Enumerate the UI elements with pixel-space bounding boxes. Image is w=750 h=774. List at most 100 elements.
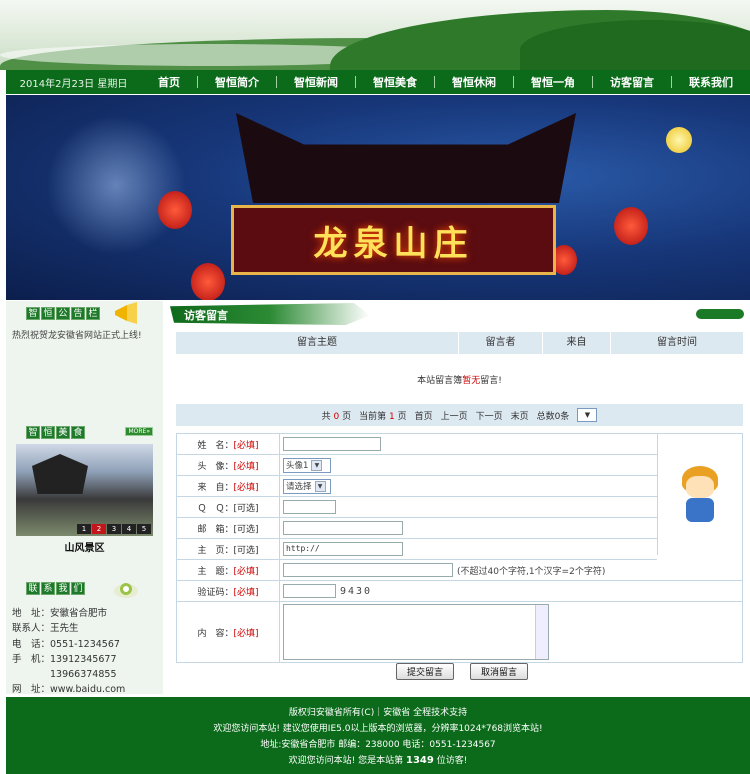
email-label: 邮 箱： [可选] bbox=[177, 518, 280, 538]
form-row-homepage: 主 页： [可选] http:// bbox=[177, 539, 657, 560]
nav-item-corner[interactable]: 智恒一角 bbox=[514, 74, 592, 90]
next-page-link[interactable]: 下一页 bbox=[476, 409, 503, 422]
nav-date: 2014年2月23日 星期日 bbox=[19, 78, 128, 90]
title-char: 们 bbox=[71, 581, 85, 595]
chevron-down-icon: ▼ bbox=[314, 480, 326, 492]
more-link[interactable]: MORE» bbox=[125, 427, 153, 436]
food-title: 智恒美食 bbox=[26, 425, 85, 439]
contact-person: 联系人：王先生 bbox=[12, 623, 79, 635]
prev-page-link[interactable]: 上一页 bbox=[441, 409, 468, 422]
col-author: 留言者 bbox=[459, 332, 543, 354]
nav-item-leisure[interactable]: 智恒休闲 bbox=[435, 74, 513, 90]
nav-item-guestbook[interactable]: 访客留言 bbox=[593, 74, 671, 90]
last-page-link[interactable]: 末页 bbox=[511, 409, 529, 422]
hero-sign-text: 龙泉山庄 bbox=[313, 223, 474, 264]
footer-copyright: 版权归安徽省所有(C)｜安徽省 全程技术支持 bbox=[288, 708, 468, 718]
email-input[interactable] bbox=[283, 521, 403, 535]
pavilion-photo bbox=[32, 454, 88, 494]
empty-message: 本站留言簿暂无留言! bbox=[176, 373, 743, 386]
lantern-icon bbox=[158, 191, 192, 229]
nav-item-food[interactable]: 智恒美食 bbox=[356, 74, 434, 90]
page-total: 共 0 页 bbox=[321, 411, 352, 422]
avatar-select[interactable]: 头像1 ▼ bbox=[283, 457, 331, 473]
first-page-link[interactable]: 首页 bbox=[415, 409, 433, 422]
subject-input[interactable] bbox=[283, 563, 453, 577]
scroll-ornament-icon bbox=[696, 309, 744, 319]
nav-item-contact[interactable]: 联系我们 bbox=[672, 74, 750, 90]
guestbook-form: 姓 名： [必填] 头 像： [必填] 头像1 ▼ 来 自： [必填] 请选择 ▼ Ｑ Ｑ… bbox=[176, 433, 743, 663]
contact-website: 网 址：www.baidu.com bbox=[12, 684, 126, 696]
pager-item-active[interactable]: 2 bbox=[92, 524, 106, 534]
main-nav: 2014年2月23日 星期日 首页 智恒简介 智恒新闻 智恒美食 智恒休闲 智恒… bbox=[6, 70, 750, 94]
captcha-label: 验证码： [必填] bbox=[177, 581, 280, 601]
empty-text: 留言! bbox=[480, 376, 502, 386]
from-label: 来 自： [必填] bbox=[177, 476, 280, 496]
title-char: 美 bbox=[56, 425, 70, 439]
pager-item[interactable]: 4 bbox=[122, 524, 136, 534]
title-char: 恒 bbox=[41, 425, 55, 439]
chevron-down-icon: ▼ bbox=[584, 411, 591, 419]
captcha-input[interactable] bbox=[283, 584, 336, 598]
photo-caption[interactable]: 山风景区 bbox=[6, 539, 163, 554]
contact-address: 地 址：安徽省合肥市 bbox=[12, 608, 108, 619]
moon-icon bbox=[666, 127, 692, 153]
photo-pager: 1 2 3 4 5 bbox=[77, 524, 151, 534]
lantern-icon bbox=[191, 263, 225, 300]
pager-item[interactable]: 5 bbox=[137, 524, 151, 534]
form-row-from: 来 自： [必填] 请选择 ▼ bbox=[177, 476, 657, 497]
contact-mobile-2: 13966374855 bbox=[12, 669, 117, 681]
title-char: 智 bbox=[26, 425, 40, 439]
nav-item-news[interactable]: 智恒新闻 bbox=[277, 74, 355, 90]
header-banner bbox=[0, 0, 750, 70]
form-row-subject: 主 题： [必填] (不超过40个字符,1个汉字=2个字符) bbox=[177, 560, 742, 581]
page-select[interactable]: ▼ bbox=[577, 408, 598, 422]
content-label: 内 容： [必填] bbox=[177, 602, 280, 662]
food-header: 智恒美食 MORE» bbox=[6, 420, 163, 444]
record-count: 总数0条 bbox=[536, 411, 570, 422]
form-buttons: 提交留言 取消留言 bbox=[396, 663, 529, 680]
form-row-avatar: 头 像： [必填] 头像1 ▼ bbox=[177, 455, 657, 476]
phone-icon bbox=[114, 583, 138, 598]
empty-text: 本站留言簿 bbox=[417, 376, 463, 386]
title-char: 食 bbox=[71, 425, 85, 439]
chevron-down-icon: ▼ bbox=[311, 459, 323, 471]
footer-browser-note: 欢迎您访问本站! 建议您使用IE5.0以上版本的浏览器，分辨率1024*768浏… bbox=[213, 724, 543, 734]
homepage-input[interactable]: http:// bbox=[283, 542, 403, 556]
content-textarea[interactable] bbox=[283, 604, 549, 660]
captcha-code: 9430 bbox=[340, 585, 373, 597]
pagination-bar: 共 0 页 当前第 1 页 首页 上一页 下一页 末页 总数0条 ▼ bbox=[176, 404, 743, 426]
submit-button[interactable]: 提交留言 bbox=[396, 663, 455, 680]
food-photo[interactable]: 1 2 3 4 5 bbox=[16, 444, 153, 536]
hero-sign: 龙泉山庄 bbox=[231, 205, 556, 275]
col-from: 来自 bbox=[543, 332, 611, 354]
contact-mobile: 手 机：13912345677 bbox=[12, 653, 117, 665]
title-char: 栏 bbox=[86, 306, 100, 320]
section-title-brush: 访客留言 bbox=[170, 303, 370, 325]
nav-menu: 首页 智恒简介 智恒新闻 智恒美食 智恒休闲 智恒一角 访客留言 联系我们 bbox=[141, 74, 750, 90]
nav-item-home[interactable]: 首页 bbox=[141, 74, 197, 90]
title-char: 告 bbox=[71, 306, 85, 320]
pager-item[interactable]: 3 bbox=[107, 524, 121, 534]
qq-input[interactable] bbox=[283, 500, 336, 514]
form-row-email: 邮 箱： [可选] bbox=[177, 518, 657, 539]
nav-item-intro[interactable]: 智恒简介 bbox=[198, 74, 276, 90]
cancel-button[interactable]: 取消留言 bbox=[470, 663, 529, 680]
notice-header: 智恒公告栏 bbox=[6, 301, 163, 325]
pager-item[interactable]: 1 bbox=[77, 524, 91, 534]
form-row-captcha: 验证码： [必填] 9430 bbox=[177, 581, 742, 602]
megaphone-icon bbox=[115, 302, 137, 324]
title-char: 智 bbox=[26, 306, 40, 320]
qq-label: Ｑ Ｑ： [可选] bbox=[177, 497, 280, 517]
subject-hint: (不超过40个字符,1个汉字=2个字符) bbox=[457, 566, 606, 577]
guestbook-table-header: 留言主题 留言者 来自 留言时间 bbox=[176, 332, 743, 354]
title-char: 系 bbox=[41, 581, 55, 595]
from-select[interactable]: 请选择 ▼ bbox=[283, 478, 331, 494]
name-input[interactable] bbox=[283, 437, 381, 451]
title-char: 公 bbox=[56, 306, 70, 320]
subject-label: 主 题： [必填] bbox=[177, 560, 280, 580]
textarea-scrollbar[interactable] bbox=[535, 605, 548, 659]
avatar-label: 头 像： [必填] bbox=[177, 455, 280, 475]
col-time: 留言时间 bbox=[657, 337, 697, 348]
hero-image: 龙泉山庄 bbox=[6, 95, 750, 300]
notice-text: 热烈祝贺龙安徽省网站正式上线! bbox=[12, 331, 142, 341]
